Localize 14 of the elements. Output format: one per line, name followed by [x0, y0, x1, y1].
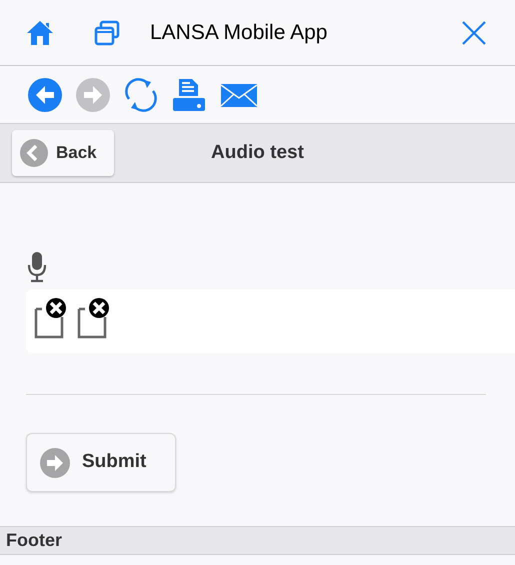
submit-button[interactable]: Submit: [26, 433, 176, 492]
home-icon[interactable]: [26, 20, 54, 46]
arrow-left-icon[interactable]: [28, 78, 62, 112]
refresh-icon[interactable]: [124, 78, 158, 112]
app-title: LANSA Mobile App: [150, 20, 328, 46]
windows-icon[interactable]: [94, 20, 120, 46]
close-icon[interactable]: [461, 20, 487, 46]
printer-icon[interactable]: [172, 78, 206, 112]
footer-text: Footer: [6, 529, 62, 552]
chevron-left-icon: [20, 139, 48, 167]
arrow-right-icon: [40, 448, 70, 478]
microphone-icon[interactable]: [26, 251, 48, 283]
back-button[interactable]: Back: [12, 130, 114, 176]
page-title: Audio test: [211, 140, 304, 165]
